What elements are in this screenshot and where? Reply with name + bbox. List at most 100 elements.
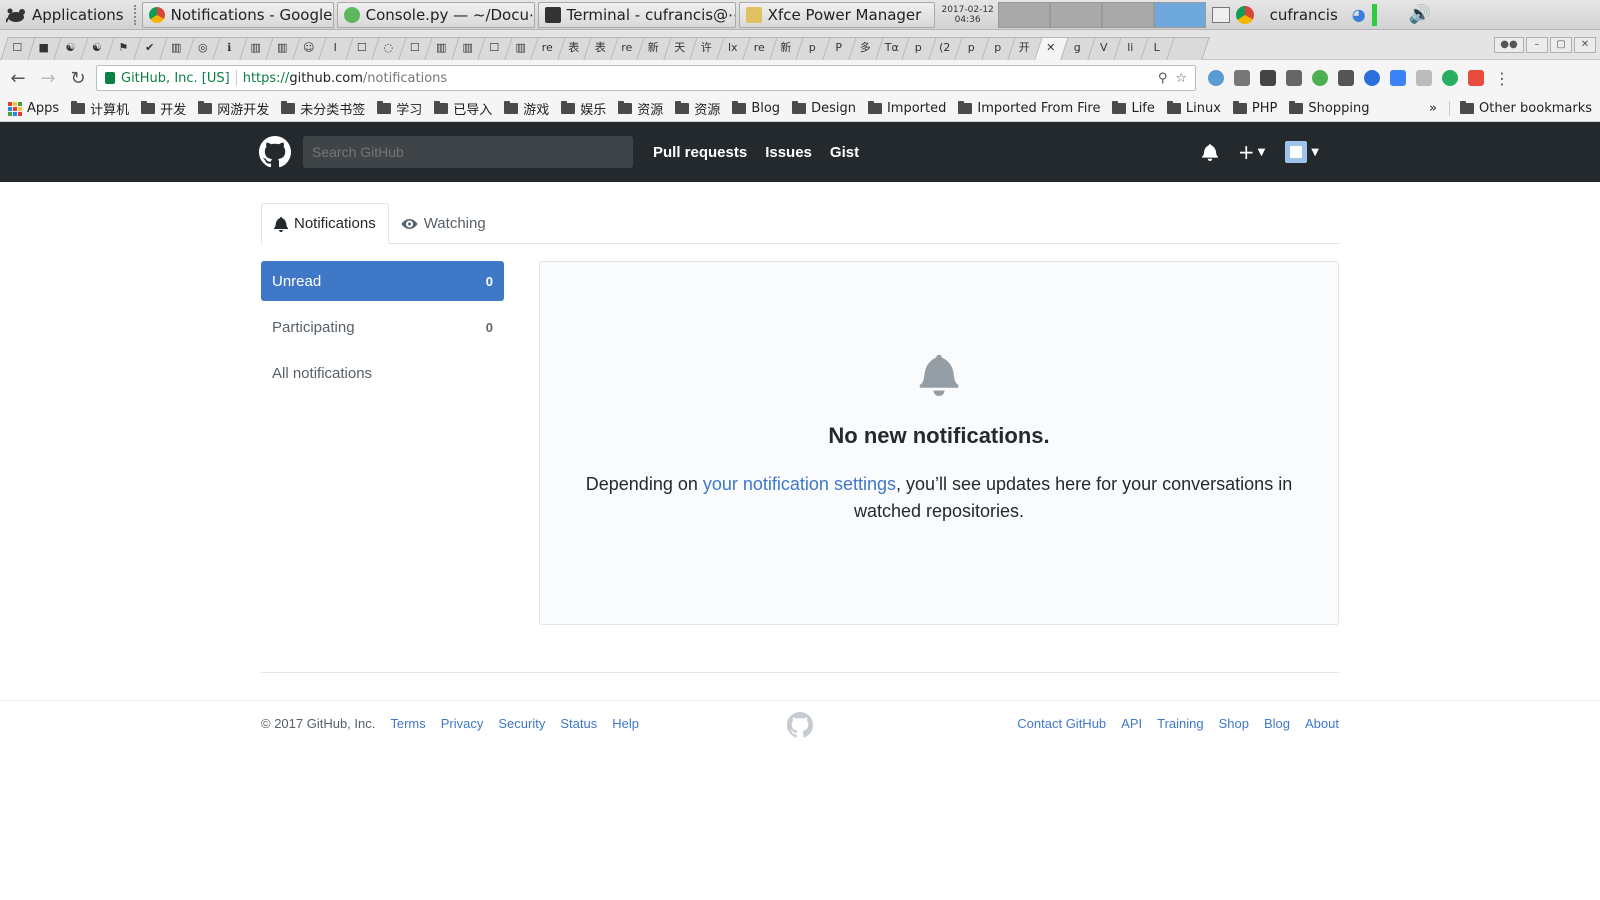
github-octocat-icon[interactable] bbox=[259, 136, 291, 168]
maximize-button[interactable]: ▢ bbox=[1550, 36, 1572, 53]
browser-tab[interactable]: 新 bbox=[773, 35, 800, 59]
taskbar-item-chrome[interactable]: Notifications - Google ⋯ bbox=[141, 1, 334, 28]
bookmark-folder[interactable]: 计算机 bbox=[71, 99, 129, 118]
browser-tab[interactable]: p bbox=[799, 35, 826, 59]
gray-extension-icon[interactable] bbox=[1416, 70, 1432, 86]
workspace-4[interactable] bbox=[1153, 1, 1206, 28]
browser-tab[interactable]: I bbox=[322, 35, 349, 59]
footer-link-training[interactable]: Training bbox=[1157, 716, 1203, 731]
nav-issues[interactable]: Issues bbox=[765, 144, 812, 161]
nav-pull-requests[interactable]: Pull requests bbox=[653, 144, 747, 161]
taskbar-item-editor[interactable]: Console.py — ~/Docu⋯ bbox=[336, 1, 535, 28]
browser-tab[interactable]: p bbox=[985, 35, 1012, 59]
browser-tab[interactable]: ◎ bbox=[190, 35, 217, 59]
github-search-input[interactable] bbox=[303, 136, 633, 168]
panel-clock[interactable]: 2017-02-12 04:36 bbox=[938, 5, 998, 25]
refresh-extension-icon[interactable] bbox=[1442, 70, 1458, 86]
browser-tab[interactable]: P bbox=[826, 35, 853, 59]
mail-extension-icon[interactable] bbox=[1338, 70, 1354, 86]
browser-tab[interactable]: ■ bbox=[31, 35, 58, 59]
moon-extension-icon[interactable] bbox=[1364, 70, 1380, 86]
browser-tab[interactable]: re bbox=[614, 35, 641, 59]
taskbar-item-terminal[interactable]: Terminal - cufrancis@⋯ bbox=[537, 1, 736, 28]
workspace-2[interactable] bbox=[1049, 1, 1102, 28]
filter-unread[interactable]: Unread 0 bbox=[261, 261, 504, 301]
bookmark-folder[interactable]: 娱乐 bbox=[561, 99, 606, 118]
filter-participating[interactable]: Participating 0 bbox=[261, 307, 504, 347]
taskbar-item-power-manager[interactable]: Xfce Power Manager bbox=[738, 1, 935, 28]
browser-tab[interactable]: 新 bbox=[640, 35, 667, 59]
browser-tab[interactable]: 许 bbox=[693, 35, 720, 59]
bookmark-folder[interactable]: Life bbox=[1112, 101, 1155, 116]
reader-extension-icon[interactable] bbox=[1234, 70, 1250, 86]
bookmark-star-icon[interactable]: ☆ bbox=[1175, 71, 1187, 86]
bookmark-folder[interactable]: 未分类书签 bbox=[281, 99, 365, 118]
user-menu-dropdown[interactable]: ▼ bbox=[1285, 141, 1319, 163]
back-button[interactable]: ← bbox=[6, 66, 30, 90]
wifi-icon[interactable]: ◕ bbox=[1352, 5, 1366, 24]
new-tab-button[interactable] bbox=[1170, 35, 1204, 59]
browser-tab[interactable]: 表 bbox=[561, 35, 588, 59]
bookmark-folder[interactable]: 学习 bbox=[377, 99, 422, 118]
block-extension-icon[interactable] bbox=[1468, 70, 1484, 86]
applications-menu[interactable]: Applications bbox=[0, 0, 130, 30]
browser-tab[interactable]: li bbox=[1117, 35, 1144, 59]
footer-link-contact[interactable]: Contact GitHub bbox=[1017, 716, 1106, 731]
browser-tab[interactable]: re bbox=[746, 35, 773, 59]
bookmark-folder[interactable]: PHP bbox=[1232, 101, 1277, 116]
user-profile-button[interactable]: ●● bbox=[1494, 36, 1524, 53]
footer-link-about[interactable]: About bbox=[1305, 716, 1339, 731]
bookmark-folder[interactable]: 已导入 bbox=[434, 99, 492, 118]
create-new-dropdown[interactable]: + ▼ bbox=[1238, 140, 1265, 164]
footer-link-security[interactable]: Security bbox=[498, 716, 545, 731]
footer-link-shop[interactable]: Shop bbox=[1219, 716, 1249, 731]
nav-gist[interactable]: Gist bbox=[830, 144, 859, 161]
browser-tab[interactable]: ▥ bbox=[508, 35, 535, 59]
footer-link-blog[interactable]: Blog bbox=[1264, 716, 1290, 731]
browser-tab[interactable]: ▥ bbox=[243, 35, 270, 59]
translate-extension-icon[interactable] bbox=[1390, 70, 1406, 86]
browser-tab[interactable]: ☯ bbox=[84, 35, 111, 59]
off-extension-icon[interactable] bbox=[1260, 70, 1276, 86]
bookmark-folder[interactable]: 资源 bbox=[675, 99, 720, 118]
address-bar[interactable]: GitHub, Inc. [US] https://github.com/not… bbox=[96, 65, 1196, 91]
browser-tab[interactable]: ▥ bbox=[428, 35, 455, 59]
browser-tab[interactable]: (2 bbox=[932, 35, 959, 59]
secure-origin-label[interactable]: GitHub, Inc. [US] bbox=[121, 71, 230, 86]
browser-tab[interactable]: ▥ bbox=[269, 35, 296, 59]
forward-button[interactable]: → bbox=[36, 66, 60, 90]
browser-tab[interactable]: Tα bbox=[879, 35, 906, 59]
browser-tab[interactable]: 开 bbox=[1011, 35, 1038, 59]
footer-link-status[interactable]: Status bbox=[560, 716, 597, 731]
bookmark-folder[interactable]: Linux bbox=[1166, 101, 1221, 116]
browser-tab[interactable]: 多 bbox=[852, 35, 879, 59]
green-dot-extension-icon[interactable] bbox=[1312, 70, 1328, 86]
browser-tab[interactable]: ◌ bbox=[375, 35, 402, 59]
close-window-button[interactable]: ✕ bbox=[1574, 36, 1596, 53]
keyboard-icon[interactable] bbox=[1211, 6, 1230, 23]
chrome-menu-icon[interactable]: ⋮ bbox=[1494, 69, 1510, 88]
bookmark-folder[interactable]: 开发 bbox=[141, 99, 186, 118]
bookmark-folder[interactable]: 游戏 bbox=[504, 99, 549, 118]
browser-tab[interactable]: ▥ bbox=[163, 35, 190, 59]
bookmarks-overflow-chevron[interactable]: » bbox=[1429, 101, 1437, 116]
footer-link-api[interactable]: API bbox=[1121, 716, 1142, 731]
github-mark-icon[interactable] bbox=[787, 712, 813, 738]
browser-tab[interactable]: ☯ bbox=[57, 35, 84, 59]
reload-button[interactable]: ↻ bbox=[66, 66, 90, 90]
browser-tab[interactable]: L bbox=[1144, 35, 1171, 59]
bookmark-folder[interactable]: Imported bbox=[867, 101, 946, 116]
notifications-bell-icon[interactable] bbox=[1201, 143, 1218, 161]
bookmark-folder[interactable]: Blog bbox=[732, 101, 780, 116]
qr-code-extension-icon[interactable] bbox=[1286, 70, 1302, 86]
browser-tab[interactable]: g bbox=[1064, 35, 1091, 59]
footer-link-privacy[interactable]: Privacy bbox=[441, 716, 484, 731]
browser-tab[interactable]: 表 bbox=[587, 35, 614, 59]
browser-tab[interactable]: ☐ bbox=[481, 35, 508, 59]
chrome-tray-icon[interactable] bbox=[1235, 5, 1254, 24]
bookmark-folder[interactable]: 资源 bbox=[618, 99, 663, 118]
volume-icon[interactable]: 🔊 bbox=[1409, 4, 1431, 25]
browser-tab[interactable]: p bbox=[958, 35, 985, 59]
battery-level-icon[interactable] bbox=[1371, 3, 1377, 26]
zoom-icon[interactable]: ⚲ bbox=[1158, 71, 1168, 86]
